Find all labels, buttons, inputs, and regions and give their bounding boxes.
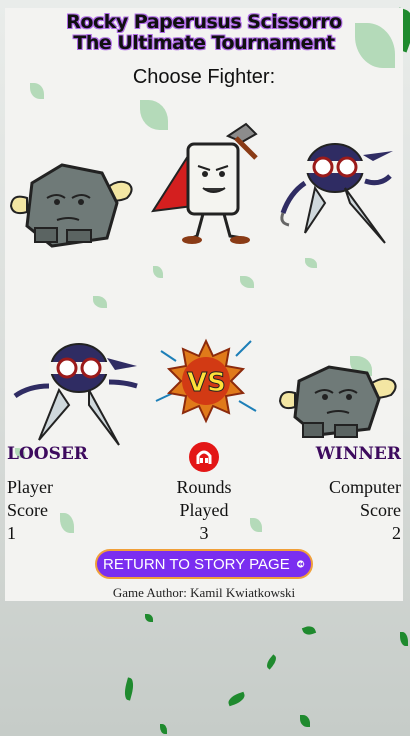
rock-fighter-icon <box>278 365 397 438</box>
computer-score-column: Computer Score 2 <box>329 476 401 545</box>
background-leaf <box>400 632 408 646</box>
decor-leaf <box>60 513 74 533</box>
computer-result-label: WINNER <box>315 444 401 464</box>
scissors-fighter-button[interactable] <box>275 133 400 252</box>
return-to-story-button[interactable]: RETURN TO STORY PAGE <box>95 549 313 579</box>
rounds-value: 3 <box>199 523 209 543</box>
choose-fighter-label: Choose Fighter: <box>132 66 276 88</box>
decor-leaf <box>153 266 163 278</box>
vs-indicator: VS <box>151 331 261 435</box>
paper-fighter-icon <box>151 122 258 244</box>
player-score-column: Player Score 1 <box>7 476 53 545</box>
player-pick <box>9 338 144 452</box>
decor-leaf <box>93 296 107 308</box>
rewind-icon <box>296 560 304 568</box>
svg-text:VS: VS <box>187 368 226 398</box>
scissors-ninja-icon <box>13 343 138 446</box>
computer-pick <box>277 363 403 447</box>
rounds-label-line1: Rounds <box>176 477 232 497</box>
player-score-label-line2: Score <box>7 500 48 520</box>
rounds-label-line2: Played <box>179 500 229 520</box>
game-author: Game Author: Kamil Kwiatkowski <box>112 585 296 600</box>
background-leaf <box>160 724 167 734</box>
computer-score-value: 2 <box>392 523 401 543</box>
computer-score-label-line1: Computer <box>329 477 401 497</box>
background-leaf <box>226 691 247 707</box>
red-mascot-icon <box>189 442 219 472</box>
background-leaf <box>122 677 136 701</box>
rock-fighter-icon <box>9 163 133 248</box>
background-leaf <box>264 654 279 670</box>
background-leaf <box>301 624 317 637</box>
player-score-label-line1: Player <box>7 477 53 497</box>
computer-score-label-line2: Score <box>360 500 401 520</box>
scissors-ninja-icon <box>280 143 393 244</box>
background-leaf <box>300 715 310 727</box>
decor-leaf <box>305 258 317 268</box>
rock-fighter-button[interactable] <box>7 158 137 252</box>
game-card: Rocky Paperusus Scissorro The Ultimate T… <box>5 8 403 601</box>
player-result-label: LOOSER <box>7 444 88 464</box>
background-leaf <box>145 614 153 622</box>
player-score-value: 1 <box>7 523 16 543</box>
title-line-2: The Ultimate Tournament <box>73 32 335 54</box>
title-line-1: Rocky Paperusus Scissorro <box>66 11 342 33</box>
paper-fighter-button[interactable] <box>148 116 268 250</box>
vs-burst-icon: VS <box>155 338 257 424</box>
return-button-label: RETURN TO STORY PAGE <box>103 555 290 573</box>
rounds-column: Rounds Played 3 <box>154 476 254 545</box>
decor-leaf <box>240 276 254 288</box>
